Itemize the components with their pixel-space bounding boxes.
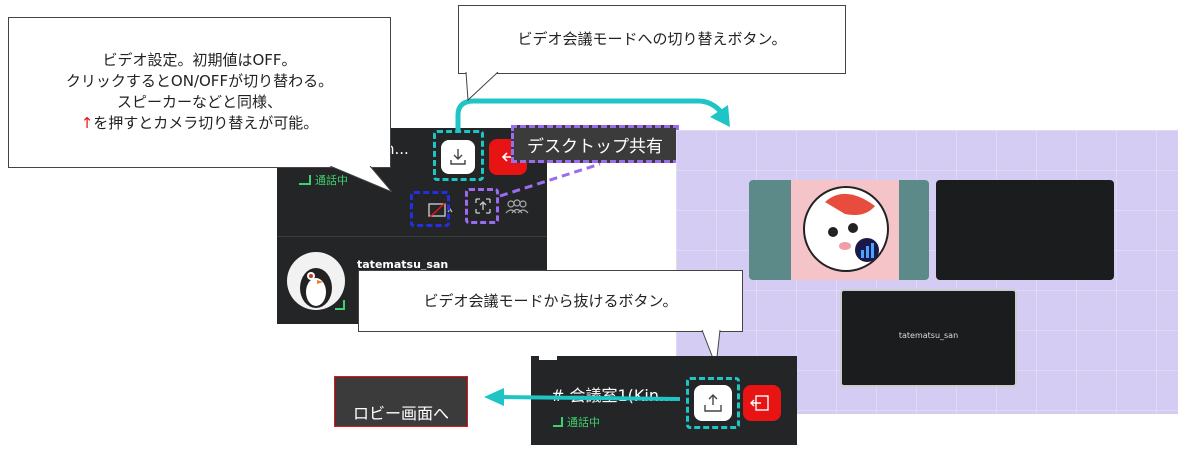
participants-icon — [505, 199, 529, 214]
callout-switch-text: ビデオ会議モードへの切り替えボタン。 — [517, 30, 787, 48]
callout-switch-mode: ビデオ会議モードへの切り替えボタン。 — [458, 5, 846, 74]
leave-call-button[interactable] — [743, 385, 781, 421]
tile-user-name: tatematsu_san — [898, 331, 959, 340]
callout-exit-mode: ビデオ会議モードから抜けるボタン。 — [358, 270, 743, 332]
video-tile-camera — [749, 180, 929, 280]
highlight-camera-button — [410, 191, 450, 227]
callout-line-3: スピーカーなどと同様、 — [116, 93, 282, 111]
callout-exit-text: ビデオ会議モードから抜けるボタン。 — [423, 292, 678, 310]
callout-line-4: ↑を押すとカメラ切り替えが可能。 — [9, 113, 390, 134]
bottom-call-status: 通話中 — [553, 414, 600, 430]
callout-tail-video-settings — [330, 166, 393, 193]
callout-line-4-text: を押すとカメラ切り替えが可能。 — [93, 114, 319, 132]
video-tile-empty — [936, 180, 1114, 280]
user-signal-icon — [335, 300, 345, 310]
callout-line-2: クリックするとON/OFFが切り替わる。 — [65, 72, 334, 90]
signal-icon — [299, 175, 311, 185]
highlight-exit-video-mode — [686, 377, 740, 429]
panel-tab-marker — [539, 356, 557, 360]
arrow-up-glyph: ↑ — [80, 114, 94, 132]
callout-video-settings: ビデオ設定。初期値はOFF。 クリックするとON/OFFが切り替わる。 スピーカ… — [8, 17, 391, 168]
callout-tail-switch-mode — [465, 72, 499, 102]
switch-arrow — [455, 98, 730, 133]
kurumi-avatar-icon — [803, 186, 889, 272]
back-to-lobby-label: ロビー画面へ 戻る — [334, 376, 468, 446]
bottom-signal-icon — [553, 417, 563, 427]
leave-icon — [750, 395, 769, 411]
lobby-arrow — [484, 388, 681, 406]
video-tile-named: tatematsu_san — [840, 289, 1017, 387]
callout-line-1: ビデオ設定。初期値はOFF。 — [102, 51, 297, 69]
back-to-lobby-text: ロビー画面へ 戻る — [352, 404, 449, 446]
divider — [277, 236, 547, 237]
desktop-share-connector — [499, 162, 601, 198]
participants-button[interactable] — [505, 198, 529, 216]
